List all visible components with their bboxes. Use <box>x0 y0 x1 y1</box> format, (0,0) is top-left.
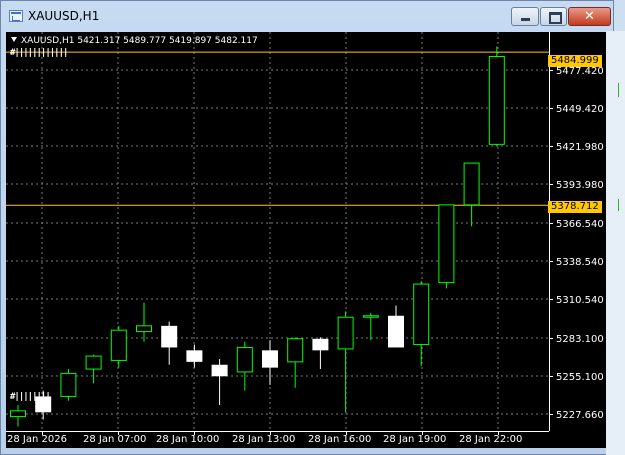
background-chart-fragment <box>618 199 619 211</box>
candle-body-bearish <box>388 315 404 348</box>
title-bar[interactable]: XAUUSD,H1 ✕ <box>1 1 613 31</box>
y-tick-label: 5227.660 <box>556 410 604 421</box>
x-tick-label: 28 Jan 22:00 <box>459 434 523 445</box>
candle-body-bullish <box>60 372 77 397</box>
y-tick-label: 5366.540 <box>556 219 604 230</box>
close-icon: ✕ <box>584 9 595 24</box>
price-level-tag[interactable]: 5484.999 <box>548 55 602 67</box>
x-tick-label: 28 Jan 19:00 <box>383 434 447 445</box>
x-tick-label: 28 Jan 13:00 <box>232 434 296 445</box>
chart-canvas <box>6 32 553 435</box>
candle-body-bearish <box>186 350 203 362</box>
price-level-tag[interactable]: 5378.712 <box>548 201 602 213</box>
minimize-button[interactable] <box>511 7 539 26</box>
chart-info-line: XAUUSD,H1 5421.317 5489.777 5419.897 548… <box>11 36 258 46</box>
info-dropdown-icon[interactable] <box>11 37 17 42</box>
candle-body-bullish <box>337 316 354 350</box>
ohlc-readout: XAUUSD,H1 5421.317 5489.777 5419.897 548… <box>21 36 258 46</box>
close-button[interactable]: ✕ <box>568 7 611 26</box>
candle-body-bearish <box>262 350 278 368</box>
overlay-artifact: #​|​|​|​|​|​|​|​| <box>10 392 51 402</box>
y-tick-label: 5255.100 <box>556 372 604 383</box>
candle-body-bullish <box>413 283 430 346</box>
chart-window: XAUUSD,H1 ✕ XAUUSD,H1 5421.317 5489.777 … <box>0 0 614 455</box>
candle-body-bullish <box>85 355 102 370</box>
overlay-artifact: #​|​|​|​|​|​|​|​|​|​|​|​| <box>10 48 68 58</box>
candle-body-bullish <box>10 410 26 418</box>
candle-body-bullish <box>287 338 304 363</box>
x-tick-label: 28 Jan 16:00 <box>308 434 372 445</box>
y-tick-label: 5310.540 <box>556 295 604 306</box>
candle-body-bullish <box>463 162 480 206</box>
y-tick-label: 5393.980 <box>556 180 604 191</box>
x-tick-label: 28 Jan 2026 <box>7 434 67 445</box>
candle-body-bearish <box>161 325 178 348</box>
background-window-edge <box>606 31 625 455</box>
candle-body-bearish <box>312 338 329 351</box>
y-tick-label: 5421.980 <box>556 142 604 153</box>
x-tick-label: 28 Jan 10:00 <box>156 434 220 445</box>
y-tick-label: 5338.540 <box>556 257 604 268</box>
candle-body-bullish <box>110 329 127 361</box>
y-tick-label: 5477.420 <box>556 66 604 77</box>
y-tick-label: 5283.100 <box>556 334 604 345</box>
candle-body-bullish <box>438 204 455 284</box>
candle-body-bullish <box>236 346 253 373</box>
candle-body-bullish <box>136 325 152 333</box>
x-tick-label: 28 Jan 07:00 <box>83 434 147 445</box>
candle-body-bearish <box>211 364 228 377</box>
maximize-button[interactable] <box>540 7 567 26</box>
background-chart-fragment <box>618 83 619 97</box>
candle-body-bullish <box>362 315 379 318</box>
price-chart[interactable]: XAUUSD,H1 5421.317 5489.777 5419.897 548… <box>6 32 606 448</box>
candle-body-bullish <box>488 55 505 145</box>
window-title: XAUUSD,H1 <box>28 9 100 23</box>
chart-window-icon <box>9 10 23 22</box>
y-tick-label: 5449.420 <box>556 104 604 115</box>
